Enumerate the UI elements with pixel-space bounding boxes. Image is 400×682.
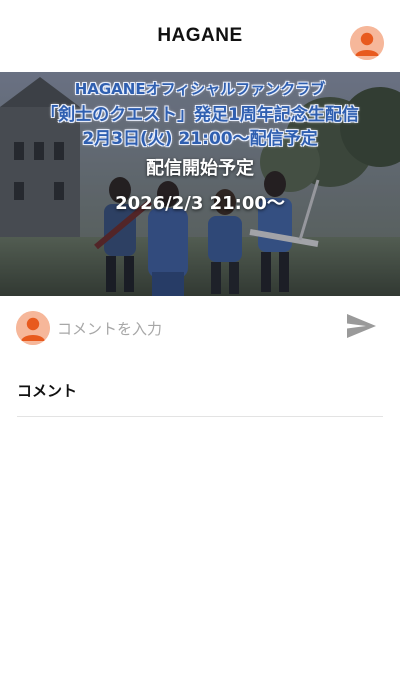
page-title: HAGANE — [157, 25, 243, 46]
comment-form — [0, 296, 400, 362]
banner-promo-line-1: HAGANEオフィシャルファンクラブ — [74, 80, 326, 98]
comments-divider — [17, 416, 383, 417]
comments-heading: コメント — [17, 382, 78, 400]
stream-status: 配信開始予定 — [146, 158, 254, 179]
user-avatar-icon[interactable] — [350, 26, 384, 60]
banner-promo-line-2: 「剣士のクエスト」発足1周年記念生配信 — [41, 105, 359, 125]
stream-start-time: 2026/2/3 21:00〜 — [115, 193, 285, 214]
app-screen: HAGANE HAGANEオフィシャルファンクラブ 「剣士のクエスト」発足1周年… — [0, 0, 400, 682]
banner-promo-line-3: 2月3日(火) 21:00〜配信予定 — [82, 129, 318, 149]
top-header: HAGANE — [0, 0, 400, 72]
live-stream-banner[interactable]: HAGANEオフィシャルファンクラブ 「剣士のクエスト」発足1周年記念生配信 2… — [0, 72, 400, 296]
send-icon — [347, 314, 376, 338]
user-avatar-icon — [16, 311, 50, 345]
send-button[interactable] — [344, 312, 378, 340]
comment-input[interactable] — [57, 316, 327, 342]
